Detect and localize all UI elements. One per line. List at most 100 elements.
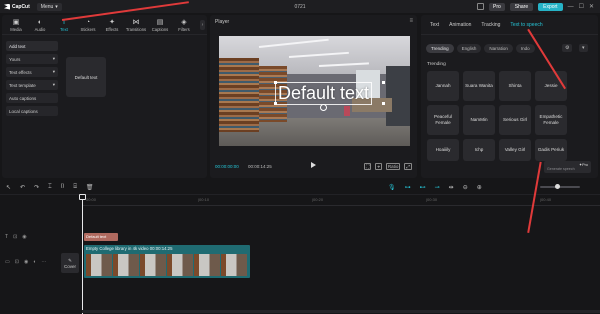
zoom-slider-handle[interactable]: [555, 184, 560, 189]
category-local-captions[interactable]: Local captions: [6, 106, 58, 116]
resize-handle[interactable]: [382, 102, 385, 105]
default-text-preset[interactable]: Default text: [66, 57, 106, 97]
filter-indo[interactable]: Indo: [515, 44, 535, 53]
text-overlay[interactable]: Default text: [275, 82, 373, 105]
menu-button[interactable]: Menu ▾: [36, 2, 62, 11]
play-icon[interactable]: [311, 162, 316, 168]
audio-icon[interactable]: ◐: [33, 259, 36, 265]
thumbnail: [194, 254, 221, 276]
tool-filters[interactable]: ◈ Filters: [172, 19, 196, 34]
text-clip[interactable]: Default text: [84, 233, 118, 241]
close-button[interactable]: ✕: [589, 3, 594, 10]
minimize-button[interactable]: —: [568, 4, 574, 10]
visibility-icon[interactable]: ◉: [22, 234, 26, 240]
linkage-icon[interactable]: ⊸: [435, 184, 440, 191]
split-icon[interactable]: ⌶: [48, 184, 52, 191]
pro-button[interactable]: Pro: [489, 2, 505, 11]
voice-card[interactable]: Valley Girl: [499, 139, 531, 161]
voice-card[interactable]: NamMin: [463, 105, 495, 135]
resize-handle[interactable]: [274, 81, 277, 84]
thumbnail: [167, 254, 194, 276]
magnet-icon[interactable]: ⊷: [420, 184, 426, 191]
playhead[interactable]: [82, 194, 83, 314]
voice-card[interactable]: Ichp: [463, 139, 495, 161]
ratio-button[interactable]: Ratio: [385, 163, 401, 170]
tab-animation[interactable]: Animation: [444, 22, 476, 28]
filter-trending[interactable]: Trending: [426, 44, 454, 53]
voice-card[interactable]: Serious Girl: [499, 105, 531, 135]
app-name: CapCut: [12, 3, 30, 10]
tool-text[interactable]: T Text: [52, 19, 76, 34]
timeline-scrollbar[interactable]: [82, 310, 600, 313]
rotate-handle-icon[interactable]: [320, 104, 327, 111]
toolbar-more-button[interactable]: ›: [200, 20, 205, 30]
tool-transitions[interactable]: ⋈ Transitions: [124, 19, 148, 34]
tool-transitions-label: Transitions: [125, 27, 147, 32]
filter-settings-icon[interactable]: ⚙: [562, 44, 573, 52]
tool-effects[interactable]: ✦ Effects: [100, 19, 124, 34]
link-icon[interactable]: ⊶: [405, 184, 411, 191]
tool-stickers-label: Stickers: [80, 27, 96, 32]
crop-icon[interactable]: ⌖: [375, 163, 382, 170]
cover-button[interactable]: ✎ Cover: [61, 253, 79, 273]
more-icon[interactable]: ⋯: [41, 259, 46, 265]
tab-text-to-speech[interactable]: Text to speech: [505, 22, 547, 28]
visibility-icon[interactable]: ◉: [24, 259, 28, 265]
voice-card[interactable]: Peaceful Female: [427, 105, 459, 135]
select-tool-icon[interactable]: ↖: [6, 184, 11, 191]
category-text-effects[interactable]: Text effects ▾: [6, 67, 58, 77]
maximize-button[interactable]: ☐: [579, 3, 584, 10]
voice-card[interactable]: Shinta: [499, 71, 531, 101]
chevron-down-icon[interactable]: ▾: [579, 44, 588, 52]
generate-speech-button[interactable]: ✦Pro Generate speech: [544, 161, 591, 173]
lock-icon[interactable]: ⊡: [13, 234, 17, 240]
split-right-icon[interactable]: ⌸: [73, 184, 77, 191]
resize-handle[interactable]: [382, 81, 385, 84]
video-preview[interactable]: Default text: [219, 36, 410, 146]
hamburger-menu-icon[interactable]: ≡: [409, 18, 413, 24]
tool-captions[interactable]: ▤ Captions: [148, 19, 172, 34]
resize-handle[interactable]: [274, 102, 277, 105]
tool-audio[interactable]: ◐ Audio: [28, 19, 52, 34]
zoom-slider-track[interactable]: [540, 186, 580, 188]
category-auto-captions[interactable]: Auto captions: [6, 93, 58, 103]
menu-label: Menu: [40, 3, 54, 10]
microphone-icon[interactable]: 🎙: [388, 184, 396, 191]
voice-card[interactable]: Hoaiiily: [427, 139, 459, 161]
fullscreen-preview-icon[interactable]: ⛶: [364, 163, 372, 170]
voice-card[interactable]: Jannah: [427, 71, 459, 101]
voice-card[interactable]: Empathetic Female: [535, 105, 567, 135]
lock-icon[interactable]: ⊡: [15, 259, 19, 265]
zoom-out-icon[interactable]: ⊖: [463, 184, 468, 191]
audio-icon: ◐: [37, 19, 43, 26]
tab-text[interactable]: Text: [425, 22, 444, 28]
captions-icon: ▤: [156, 19, 164, 26]
expand-icon[interactable]: ⤢: [404, 163, 412, 170]
tool-media[interactable]: ▣ Media: [4, 19, 28, 34]
category-add-text[interactable]: Add text: [6, 41, 58, 51]
tool-stickers[interactable]: ◔ Stickers: [76, 19, 100, 34]
ruler-mark: 00:00: [86, 197, 97, 202]
text-track-controls: T ⊡ ◉: [5, 234, 27, 240]
filter-narration[interactable]: Narration: [484, 44, 513, 53]
voice-card[interactable]: Gadis Periuk: [535, 139, 567, 161]
export-button[interactable]: Export: [538, 2, 563, 11]
category-text-template[interactable]: Text template ▾: [6, 80, 58, 90]
filter-english[interactable]: English: [456, 44, 482, 53]
effects-icon: ✦: [109, 19, 115, 26]
category-yours[interactable]: Yours ▾: [6, 54, 58, 64]
split-left-icon[interactable]: ⌷: [61, 184, 65, 191]
zoom-in-icon[interactable]: ⊕: [477, 184, 482, 191]
tool-filters-label: Filters: [178, 27, 190, 32]
tab-tracking[interactable]: Tracking: [476, 22, 505, 28]
undo-icon[interactable]: ↶: [20, 184, 25, 191]
voice-card[interactable]: Suara Wanita: [463, 71, 495, 101]
share-button[interactable]: Share: [509, 2, 534, 11]
delete-icon[interactable]: 🗑: [86, 184, 94, 191]
redo-icon[interactable]: ↷: [34, 184, 39, 191]
bookshelf: [219, 58, 259, 132]
app-logo: CapCut: [4, 3, 30, 10]
playhead-handle[interactable]: [79, 194, 86, 200]
layout-icon[interactable]: [477, 3, 484, 10]
preview-axis-icon[interactable]: ⇹: [449, 184, 454, 191]
